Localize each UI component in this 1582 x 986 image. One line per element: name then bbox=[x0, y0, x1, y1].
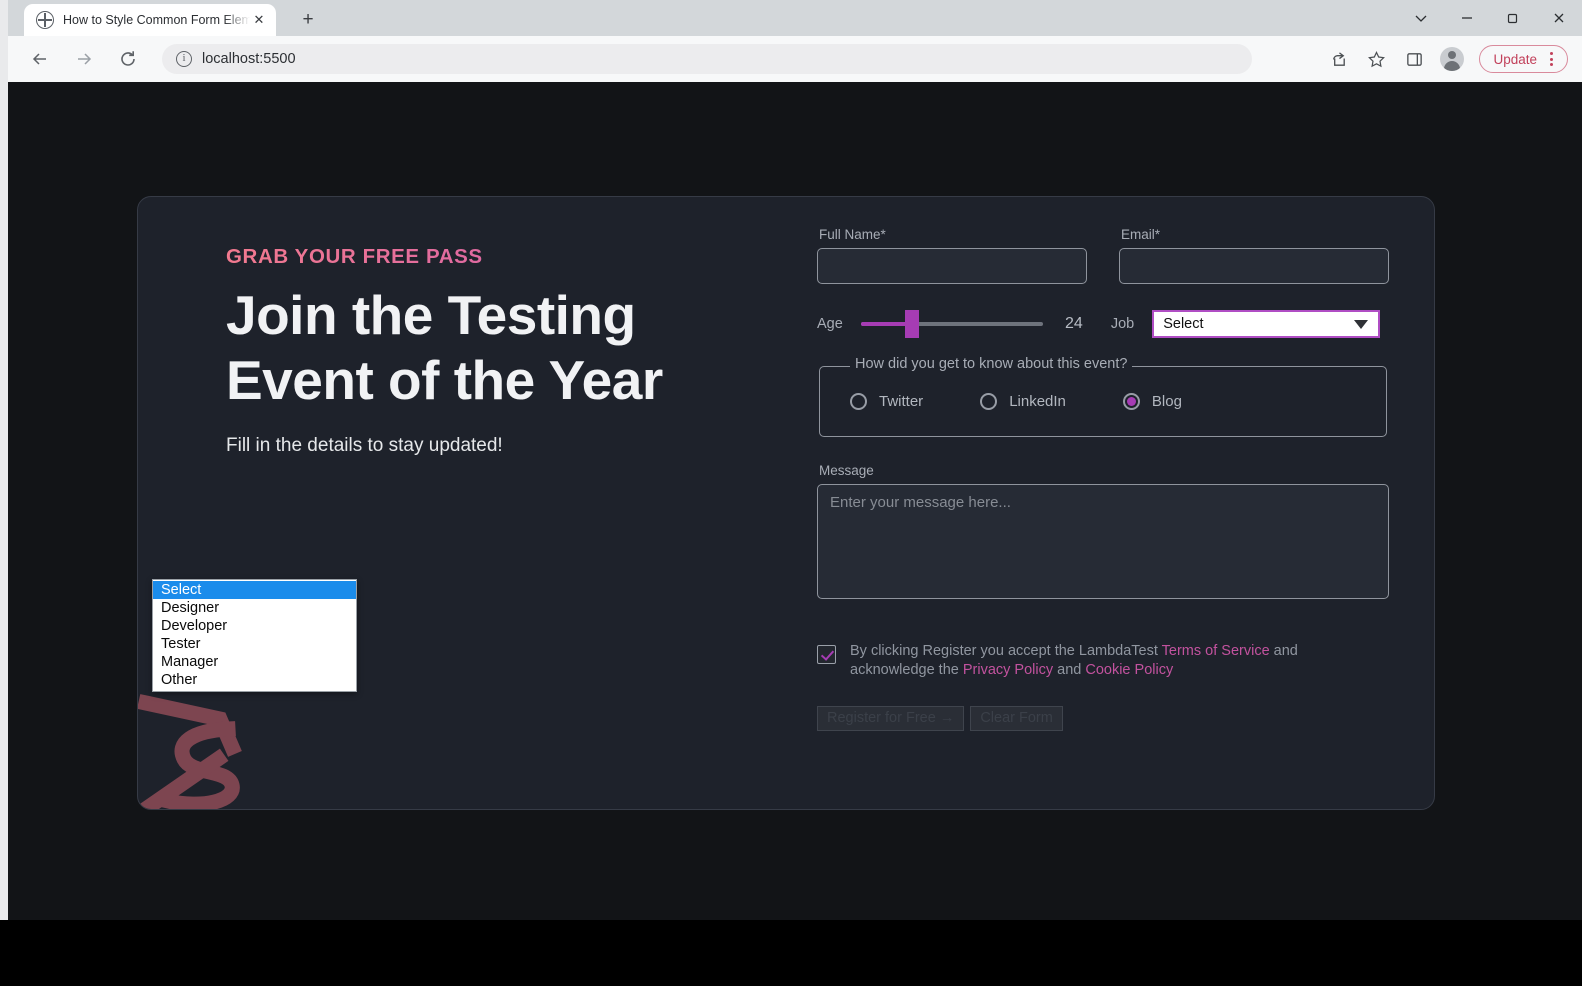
page-title: Join the Testing Event of the Year bbox=[226, 283, 786, 413]
register-button[interactable]: Register for Free → bbox=[817, 706, 965, 732]
terms-row: By clicking Register you accept the Lamb… bbox=[817, 642, 1389, 679]
browser-toolbar: localhost:5500 Update bbox=[8, 36, 1582, 82]
promo-title-line2: Event of the Year bbox=[226, 348, 663, 411]
source-legend: How did you get to know about this event… bbox=[850, 356, 1133, 372]
radio-label: Blog bbox=[1151, 393, 1182, 410]
email-input[interactable] bbox=[1119, 248, 1389, 284]
promo-subtitle: Fill in the details to stay updated! bbox=[226, 434, 503, 456]
chevron-down-icon[interactable] bbox=[1398, 0, 1444, 36]
radio-option-blog[interactable]: Blog bbox=[1122, 393, 1182, 410]
source-fieldset: How did you get to know about this event… bbox=[819, 356, 1387, 437]
radio-icon bbox=[980, 393, 998, 410]
dropdown-arrow-icon bbox=[1354, 319, 1369, 329]
message-textarea[interactable] bbox=[817, 484, 1389, 599]
job-dropdown-popup[interactable]: Select Designer Developer Tester Manager… bbox=[152, 579, 357, 692]
full-name-label: Full Name* bbox=[819, 227, 886, 242]
terms-text: By clicking Register you accept the Lamb… bbox=[850, 642, 1340, 679]
kebab-menu-icon[interactable] bbox=[1543, 50, 1559, 68]
terms-text-part3: and bbox=[1053, 661, 1086, 678]
maximize-icon[interactable] bbox=[1490, 0, 1536, 36]
email-field-group: Email* bbox=[1119, 227, 1389, 284]
terms-checkbox[interactable] bbox=[817, 645, 836, 664]
update-button[interactable]: Update bbox=[1479, 45, 1568, 73]
dropdown-option-manager[interactable]: Manager bbox=[153, 653, 356, 671]
radio-icon-selected bbox=[1122, 393, 1140, 410]
share-icon[interactable] bbox=[1321, 42, 1355, 76]
tab-strip: How to Style Common Form Elem ✕ + bbox=[8, 0, 1582, 36]
source-radio-group: Twitter LinkedIn Blog bbox=[850, 393, 1239, 410]
url-text: localhost:5500 bbox=[202, 51, 296, 67]
address-bar[interactable]: localhost:5500 bbox=[162, 44, 1252, 74]
forward-arrow-icon[interactable] bbox=[66, 41, 102, 77]
update-button-label: Update bbox=[1493, 51, 1537, 67]
browser-window: How to Style Common Form Elem ✕ + i loca… bbox=[0, 0, 1582, 986]
registration-card: GRAB YOUR FREE PASS Join the Testing Even… bbox=[137, 196, 1435, 810]
browser-tab[interactable]: How to Style Common Form Elem ✕ bbox=[24, 4, 276, 36]
profile-avatar[interactable] bbox=[1435, 42, 1469, 76]
promo-eyebrow: GRAB YOUR FREE PASS bbox=[226, 245, 786, 269]
radio-label: Twitter bbox=[879, 393, 924, 410]
dropdown-option-other[interactable]: Other bbox=[153, 671, 356, 689]
window-left-edge bbox=[0, 0, 8, 986]
job-select[interactable]: Select bbox=[1152, 310, 1381, 338]
radio-option-linkedin[interactable]: LinkedIn bbox=[980, 393, 1066, 410]
back-arrow-icon[interactable] bbox=[22, 41, 58, 77]
lambdatest-watermark-logo bbox=[138, 694, 242, 809]
side-panel-icon[interactable] bbox=[1397, 42, 1431, 76]
promo-column: GRAB YOUR FREE PASS Join the Testing Even… bbox=[226, 245, 786, 457]
age-value: 24 bbox=[1065, 315, 1083, 332]
full-name-field-group: Full Name* bbox=[817, 227, 1087, 284]
promo-title-line1: Join the Testing bbox=[226, 284, 636, 346]
dropdown-option-select[interactable]: Select bbox=[153, 581, 356, 599]
globe-icon bbox=[36, 11, 54, 29]
radio-icon bbox=[850, 393, 867, 410]
star-icon[interactable] bbox=[1359, 42, 1393, 76]
form-buttons: Register for Free → Clear Form bbox=[817, 706, 1389, 732]
name-email-row: Full Name* Email* bbox=[817, 227, 1389, 284]
message-field-group: Message bbox=[817, 463, 1389, 604]
privacy-policy-link[interactable]: Privacy Policy bbox=[963, 662, 1053, 678]
job-select-value: Select bbox=[1163, 316, 1204, 332]
clear-form-button[interactable]: Clear Form bbox=[970, 706, 1063, 732]
minimize-icon[interactable] bbox=[1444, 0, 1490, 36]
toolbar-actions: Update bbox=[1317, 42, 1582, 76]
window-controls bbox=[1398, 0, 1582, 36]
reload-icon[interactable] bbox=[110, 41, 146, 77]
page-viewport: GRAB YOUR FREE PASS Join the Testing Even… bbox=[8, 82, 1582, 920]
age-job-row: Age 24 Job Select bbox=[817, 310, 1389, 338]
full-name-input[interactable] bbox=[817, 248, 1087, 284]
window-bottom-bar bbox=[0, 920, 1582, 986]
slider-thumb[interactable] bbox=[904, 310, 919, 338]
dropdown-option-tester[interactable]: Tester bbox=[153, 635, 356, 653]
new-tab-button[interactable]: + bbox=[294, 6, 322, 34]
radio-label: LinkedIn bbox=[1009, 393, 1066, 410]
radio-option-twitter[interactable]: Twitter bbox=[850, 393, 923, 410]
message-label: Message bbox=[819, 463, 874, 478]
cookie-policy-link[interactable]: Cookie Policy bbox=[1085, 662, 1173, 678]
tab-title: How to Style Common Form Elem bbox=[63, 13, 250, 27]
avatar-icon bbox=[1440, 47, 1465, 71]
registration-form: Full Name* Email* Age 24 Job Select How … bbox=[817, 227, 1389, 732]
terms-text-part1: By clicking Register you accept the Lamb… bbox=[850, 643, 1162, 659]
email-label: Email* bbox=[1121, 227, 1161, 242]
age-slider[interactable] bbox=[860, 310, 1043, 338]
dropdown-option-developer[interactable]: Developer bbox=[153, 617, 356, 635]
job-label: Job bbox=[1110, 316, 1135, 332]
terms-of-service-link[interactable]: Terms of Service bbox=[1162, 643, 1270, 659]
close-icon[interactable] bbox=[1536, 0, 1582, 36]
dropdown-option-designer[interactable]: Designer bbox=[153, 599, 356, 617]
slider-fill bbox=[860, 322, 911, 326]
close-tab-icon[interactable]: ✕ bbox=[250, 11, 268, 29]
site-info-icon[interactable] bbox=[176, 51, 192, 67]
age-label: Age bbox=[817, 316, 843, 332]
